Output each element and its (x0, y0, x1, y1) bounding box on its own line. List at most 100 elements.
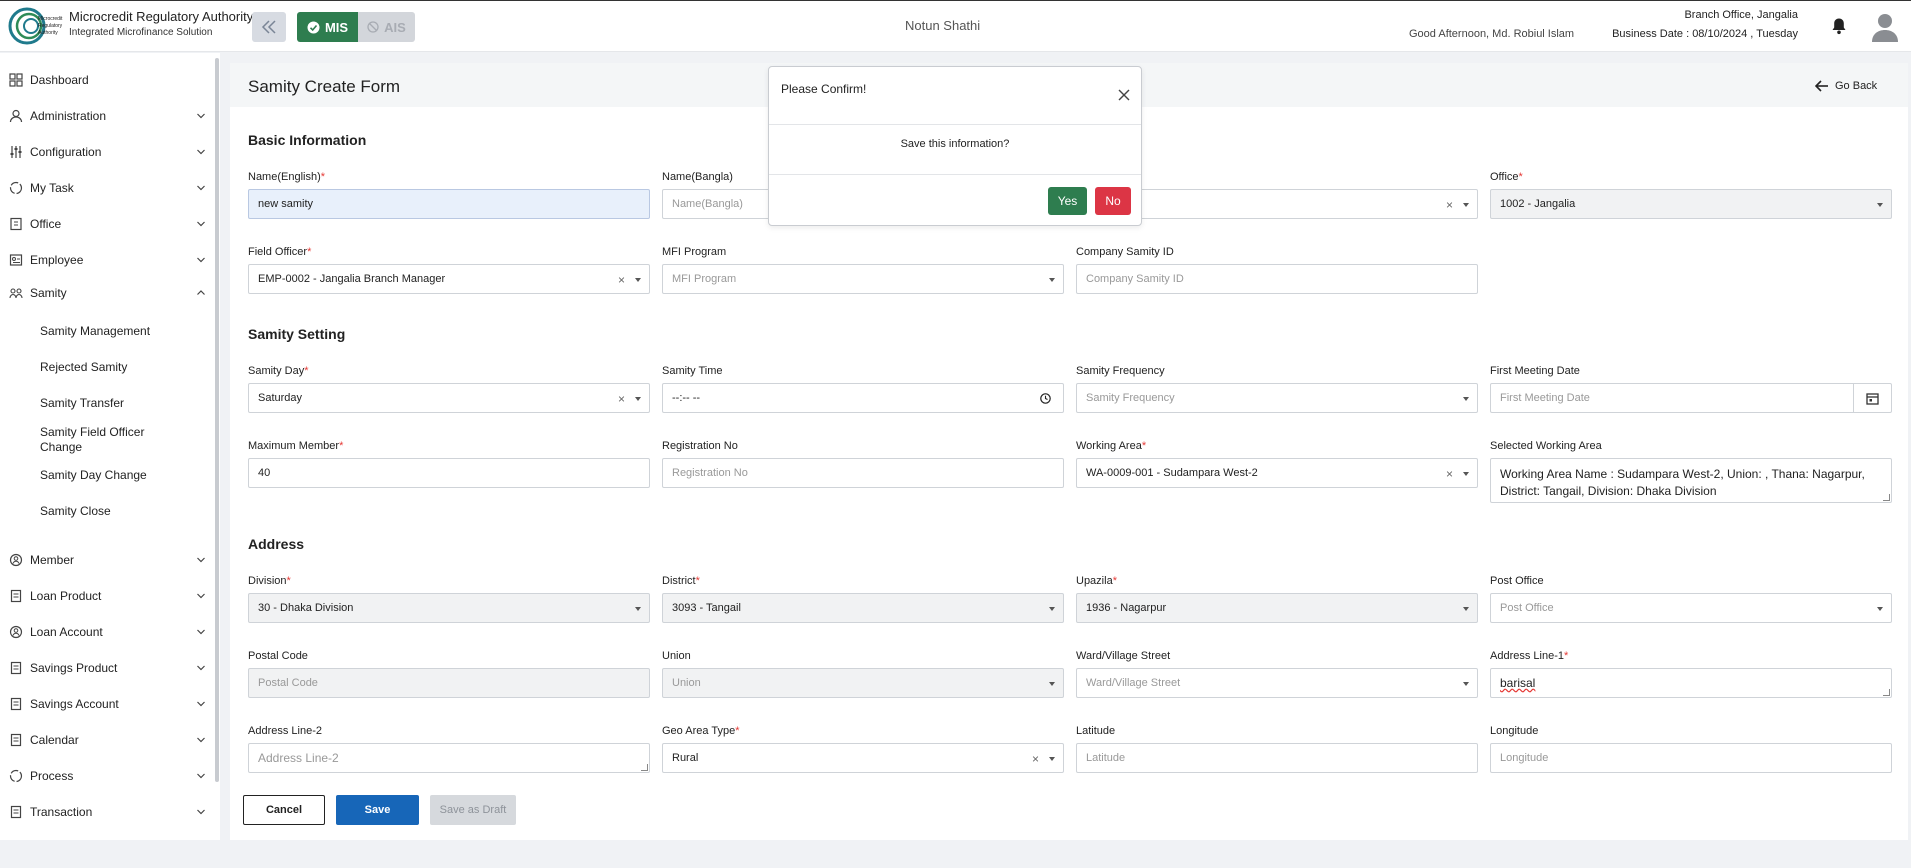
chevron-down-icon (197, 665, 205, 671)
sidebar-item-label: My Task (30, 181, 74, 195)
sidebar-item-calendar[interactable]: Calendar (0, 726, 212, 754)
clear-icon[interactable]: × (1446, 467, 1453, 481)
clear-icon[interactable]: × (618, 392, 625, 406)
ban-icon (367, 21, 379, 33)
post-office-select[interactable]: Post Office (1490, 593, 1892, 623)
sidebar-item-transaction[interactable]: Transaction (0, 798, 212, 826)
sidebar-scrollbar[interactable] (215, 58, 219, 782)
sidebar-item-office[interactable]: Office (0, 210, 212, 238)
sidebar-item-label: Samity (30, 286, 67, 300)
caret-down-icon (1463, 203, 1469, 207)
max-member-input[interactable]: 40 (248, 458, 650, 488)
longitude-input[interactable]: Longitude (1490, 743, 1892, 773)
district-value: 3093 - Tangail (672, 602, 741, 614)
sidebar-item-samity[interactable]: Samity (0, 279, 212, 307)
resize-handle[interactable] (1883, 494, 1890, 501)
clear-icon[interactable]: × (1446, 198, 1453, 212)
latitude-label: Latitude (1076, 725, 1116, 737)
postal-code-input[interactable]: Postal Code (248, 668, 650, 698)
ais-mode-button[interactable]: AIS (358, 12, 415, 42)
name-english-input[interactable]: new samity (248, 189, 650, 219)
admin-icon (9, 109, 23, 123)
first-meeting-date-input[interactable]: First Meeting Date (1490, 383, 1892, 413)
chevron-down-icon (197, 773, 205, 779)
resize-handle[interactable] (1883, 689, 1890, 696)
samity-frequency-select[interactable]: Samity Frequency (1076, 383, 1478, 413)
samity-time-value: --:-- -- (672, 392, 701, 404)
address-line2-textarea[interactable]: Address Line-2 (248, 743, 650, 773)
sidebar-item-loan-account[interactable]: Loan Account (0, 618, 212, 646)
district-select[interactable]: 3093 - Tangail (662, 593, 1064, 623)
sidebar-item-loan-product[interactable]: Loan Product (0, 582, 212, 610)
sidebar-subitem-samity-close[interactable]: Samity Close (40, 504, 111, 519)
chevron-down-icon (197, 221, 205, 227)
user-avatar-icon[interactable] (1871, 12, 1899, 42)
chevron-down-icon (197, 557, 205, 563)
sidebar-item-member[interactable]: Member (0, 546, 212, 574)
sidebar-subitem-samity-field-officer-change[interactable]: Samity Field Officer Change (40, 425, 170, 455)
clear-icon[interactable]: × (1032, 752, 1039, 766)
bell-icon[interactable] (1831, 17, 1847, 35)
save-button[interactable]: Save (336, 795, 419, 825)
confirm-yes-button[interactable]: Yes (1048, 187, 1087, 215)
sidebar-item-label: Loan Account (30, 625, 103, 639)
company-samity-id-input[interactable]: Company Samity ID (1076, 264, 1478, 294)
chevron-up-icon (197, 290, 205, 295)
close-icon[interactable] (1118, 89, 1130, 101)
working-area-select[interactable]: WA-0009-001 - Sudampara West-2 × (1076, 458, 1478, 488)
sidebar-item-administration[interactable]: Administration (0, 102, 212, 130)
branch-name: Branch Office, Jangalia (1684, 9, 1798, 21)
sidebar-item-employee[interactable]: Employee (0, 246, 212, 274)
registration-no-input[interactable]: Registration No (662, 458, 1064, 488)
caret-down-icon (1049, 682, 1055, 686)
sidebar-subitem-samity-transfer[interactable]: Samity Transfer (40, 396, 124, 411)
ward-village-select[interactable]: Ward/Village Street (1076, 668, 1478, 698)
go-back-button[interactable]: Go Back (1815, 80, 1877, 92)
field-officer-value: EMP-0002 - Jangalia Branch Manager (258, 273, 446, 285)
confirm-no-button[interactable]: No (1095, 187, 1131, 215)
calendar-button[interactable] (1853, 384, 1891, 412)
sidebar-item-configuration[interactable]: Configuration (0, 138, 212, 166)
sidebar-subitem-samity-management[interactable]: Samity Management (40, 324, 150, 339)
union-select[interactable]: Union (662, 668, 1064, 698)
latitude-input[interactable]: Latitude (1076, 743, 1478, 773)
office-select[interactable]: 1002 - Jangalia (1490, 189, 1892, 219)
field-officer-label: Field Officer* (248, 246, 312, 258)
sidebar-item-label: Transaction (30, 805, 93, 819)
samity-day-select[interactable]: Saturday × (248, 383, 650, 413)
sidebar-item-savings-account[interactable]: Savings Account (0, 690, 212, 718)
mis-mode-button[interactable]: MIS (297, 12, 358, 42)
upazila-label: Upazila* (1076, 575, 1117, 587)
mfi-program-select[interactable]: MFI Program (662, 264, 1064, 294)
chevron-down-icon (197, 737, 205, 743)
caret-down-icon (1463, 607, 1469, 611)
samity-time-input[interactable]: --:-- -- (662, 383, 1064, 413)
samity-frequency-label: Samity Frequency (1076, 365, 1165, 377)
sidebar-item-process[interactable]: Process (0, 762, 212, 790)
name-english-label: Name(English)* (248, 171, 326, 183)
sidebar-item-my-task[interactable]: My Task (0, 174, 212, 202)
document-icon (10, 661, 22, 675)
sidebar-item-savings-product[interactable]: Savings Product (0, 654, 212, 682)
resize-handle[interactable] (641, 764, 648, 771)
post-office-placeholder: Post Office (1500, 602, 1554, 614)
address-line1-textarea[interactable]: barisal (1490, 668, 1892, 698)
collapse-sidebar-button[interactable] (252, 12, 286, 42)
sidebar-item-dashboard[interactable]: Dashboard (0, 66, 212, 94)
field-officer-select[interactable]: EMP-0002 - Jangalia Branch Manager × (248, 264, 650, 294)
clock-icon[interactable] (1040, 393, 1051, 404)
group-icon (9, 288, 23, 299)
selected-working-area-textarea[interactable]: Working Area Name : Sudampara West-2, Un… (1490, 458, 1892, 503)
division-select[interactable]: 30 - Dhaka Division (248, 593, 650, 623)
cancel-button[interactable]: Cancel (243, 795, 325, 825)
geo-area-type-select[interactable]: Rural × (662, 743, 1064, 773)
name-bangla-label: Name(Bangla) (662, 171, 733, 183)
samity-frequency-placeholder: Samity Frequency (1086, 392, 1175, 404)
upazila-select[interactable]: 1936 - Nagarpur (1076, 593, 1478, 623)
clear-icon[interactable]: × (618, 273, 625, 287)
sidebar-subitem-samity-day-change[interactable]: Samity Day Change (40, 468, 147, 483)
mfi-program-placeholder: MFI Program (672, 273, 737, 285)
sidebar-subitem-rejected-samity[interactable]: Rejected Samity (40, 360, 127, 375)
selected-working-area-value: Working Area Name : Sudampara West-2, Un… (1500, 467, 1865, 498)
save-as-draft-button[interactable]: Save as Draft (430, 795, 516, 825)
